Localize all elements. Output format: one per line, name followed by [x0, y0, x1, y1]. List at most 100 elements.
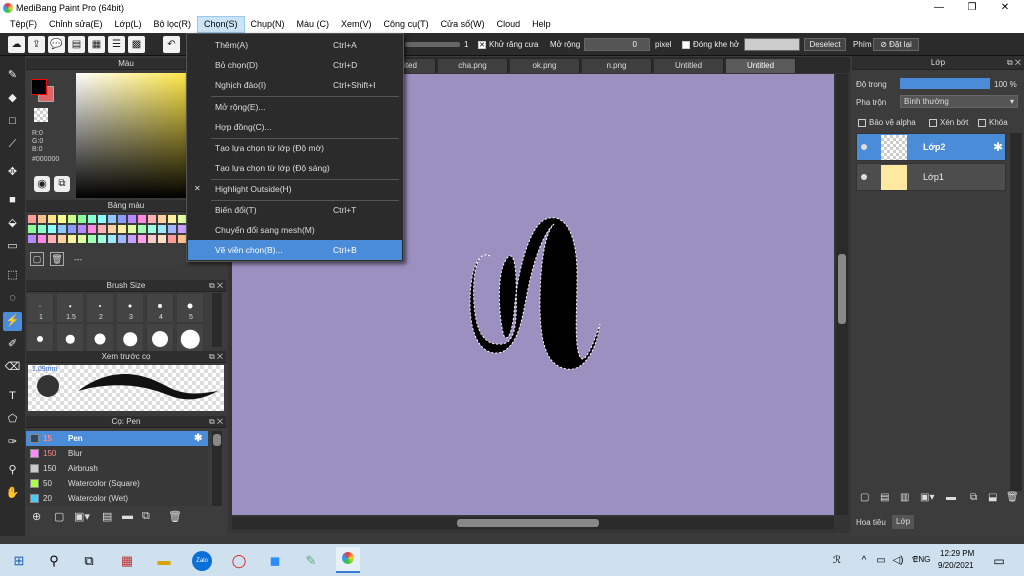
- gap-close-slider[interactable]: [744, 38, 800, 51]
- add-brush-icon[interactable]: ⊕: [32, 510, 41, 523]
- brush-duplicate-icon[interactable]: ⧉: [142, 510, 150, 523]
- panel-close-icon[interactable]: ⧉ ✕: [1007, 56, 1021, 70]
- delete-layer-icon[interactable]: 🗑: [1006, 492, 1019, 503]
- operation-tool-icon[interactable]: ⬠: [3, 410, 22, 429]
- palette-swatch[interactable]: [98, 225, 106, 233]
- brush-size-cell[interactable]: [86, 323, 114, 353]
- palette-swatch[interactable]: [38, 235, 46, 243]
- upload-icon[interactable]: ⇪: [28, 36, 45, 53]
- palette-swatch[interactable]: [178, 225, 186, 233]
- palette-swatch[interactable]: [88, 215, 96, 223]
- menu-item-invert[interactable]: Nghịch đảo(I) Ctrl+Shift+I: [188, 75, 402, 95]
- protect-alpha-checkbox[interactable]: Bảo vệ alpha: [858, 118, 916, 127]
- lock-checkbox[interactable]: Khóa: [978, 118, 1008, 127]
- list-icon[interactable]: ☰: [108, 36, 125, 53]
- palette-swatch[interactable]: [48, 225, 56, 233]
- tab-cha-png[interactable]: cha.png: [438, 59, 508, 73]
- layer-scrollbar[interactable]: [1010, 133, 1022, 491]
- brush-size-cell[interactable]: [116, 323, 144, 353]
- menu-item-convert-to-mesh[interactable]: Chuyển đổi sang mesh(M): [188, 220, 402, 240]
- palette-swatch[interactable]: [78, 225, 86, 233]
- network-icon[interactable]: ▭: [872, 552, 890, 570]
- menu-item-contract[interactable]: Hợp đồng(C)...: [188, 117, 402, 137]
- lasso-select-icon[interactable]: ◌: [3, 289, 22, 308]
- menu-tools[interactable]: Công cụ(T): [378, 16, 435, 33]
- menu-snap[interactable]: Chụp(N): [245, 16, 291, 33]
- fill-shape-icon[interactable]: ■: [3, 191, 22, 210]
- brush-list-scrollbar[interactable]: [212, 431, 222, 506]
- eyedropper-tool-icon[interactable]: ⚲: [3, 461, 22, 480]
- panel-close-icon[interactable]: ⧉ ✕: [209, 351, 223, 363]
- brush-dropdown-icon[interactable]: ▣▾: [74, 510, 90, 523]
- volume-icon[interactable]: ◁): [889, 552, 907, 570]
- brush-folder-icon[interactable]: ▬: [122, 510, 133, 522]
- palette-swatch[interactable]: [158, 225, 166, 233]
- tab-n-png[interactable]: n.png: [582, 59, 652, 73]
- menu-select[interactable]: Chọn(S): [196, 16, 245, 33]
- canvas-vertical-scrollbar[interactable]: [836, 74, 848, 515]
- brush-size-cell[interactable]: 1: [26, 293, 54, 323]
- palette-swatch[interactable]: [138, 215, 146, 223]
- canvas-horizontal-scrollbar[interactable]: [232, 517, 834, 529]
- tab-ok-png[interactable]: ok.png: [510, 59, 580, 73]
- line-tool-icon[interactable]: ⟋: [3, 135, 22, 154]
- brush-item-airbrush[interactable]: 150 Airbrush: [26, 461, 208, 476]
- menu-help[interactable]: Help: [526, 16, 557, 33]
- palette-swatch[interactable]: [138, 225, 146, 233]
- menu-cloud[interactable]: Cloud: [491, 16, 527, 33]
- foreground-color-swatch[interactable]: [31, 79, 47, 95]
- file-explorer-icon[interactable]: ▬: [155, 552, 173, 570]
- palette-swatch[interactable]: [88, 235, 96, 243]
- deselect-button[interactable]: Deselect: [804, 38, 846, 51]
- medibang-taskbar-icon[interactable]: [336, 547, 360, 573]
- brush-size-cell[interactable]: [146, 323, 174, 353]
- palette-swatch[interactable]: [38, 215, 46, 223]
- delete-palette-icon[interactable]: 🗑: [50, 252, 64, 266]
- people-icon[interactable]: ℛ: [828, 552, 846, 570]
- palette-swatch[interactable]: [148, 225, 156, 233]
- tab-navigator[interactable]: Hoa tiêu: [856, 518, 886, 527]
- undo-icon[interactable]: ↶: [163, 36, 180, 53]
- palette-swatch[interactable]: [138, 235, 146, 243]
- menu-item-expand[interactable]: Mở rộng(E)...: [188, 97, 402, 117]
- windows-start-icon[interactable]: ⊞: [10, 552, 28, 570]
- menu-view[interactable]: Xem(V): [335, 16, 378, 33]
- palette-swatch[interactable]: [58, 215, 66, 223]
- minimize-button[interactable]: —: [922, 0, 956, 16]
- menu-layer[interactable]: Lớp(L): [109, 16, 148, 33]
- opera-icon[interactable]: ◯: [230, 552, 248, 570]
- task-view-icon[interactable]: ⧉: [80, 552, 98, 570]
- palette-swatch[interactable]: [148, 235, 156, 243]
- palette-swatch[interactable]: [68, 235, 76, 243]
- duplicate-layer-icon[interactable]: ⧉: [970, 492, 977, 503]
- delete-brush-icon[interactable]: 🗑: [168, 510, 182, 523]
- zalo-icon[interactable]: Zalo: [192, 551, 212, 571]
- layer-settings-gear-icon[interactable]: ✱: [993, 140, 1003, 154]
- brush-settings-gear-icon[interactable]: ✱: [194, 431, 202, 446]
- palette-swatch[interactable]: [88, 225, 96, 233]
- brush-size-slider[interactable]: [405, 42, 460, 47]
- menu-item-highlight-outside[interactable]: ✕ Highlight Outside(H): [188, 179, 402, 199]
- tab-untitled-active[interactable]: Untitled: [726, 59, 796, 73]
- menu-item-transform[interactable]: Biến đổi(T) Ctrl+T: [188, 200, 402, 220]
- rectangle-tool-icon[interactable]: □: [3, 112, 22, 131]
- brush-tool-icon[interactable]: ✎: [3, 66, 22, 85]
- palette-swatch[interactable]: [118, 235, 126, 243]
- panel-close-icon[interactable]: ⧉ ✕: [209, 280, 223, 292]
- palette-swatch[interactable]: [28, 225, 36, 233]
- brush-size-cell[interactable]: 5: [176, 293, 204, 323]
- clock-time[interactable]: 12:29 PM: [940, 549, 974, 558]
- palette-swatch[interactable]: [58, 225, 66, 233]
- palette-swatch[interactable]: [178, 235, 186, 243]
- new-brush-icon[interactable]: ▢: [54, 510, 64, 523]
- palette-swatch[interactable]: [48, 235, 56, 243]
- menu-item-select-from-layer-brightness[interactable]: Tạo lựa chọn từ lớp (Độ sáng): [188, 158, 402, 178]
- grid-icon[interactable]: ▩: [128, 36, 145, 53]
- new-layer-icon[interactable]: ▢: [860, 492, 869, 503]
- palette-swatch[interactable]: [48, 215, 56, 223]
- palette-swatch[interactable]: [148, 215, 156, 223]
- palette-swatch[interactable]: [68, 225, 76, 233]
- hand-tool-icon[interactable]: ✋: [3, 484, 22, 503]
- maximize-button[interactable]: ❐: [955, 0, 989, 16]
- palette-swatch[interactable]: [58, 235, 66, 243]
